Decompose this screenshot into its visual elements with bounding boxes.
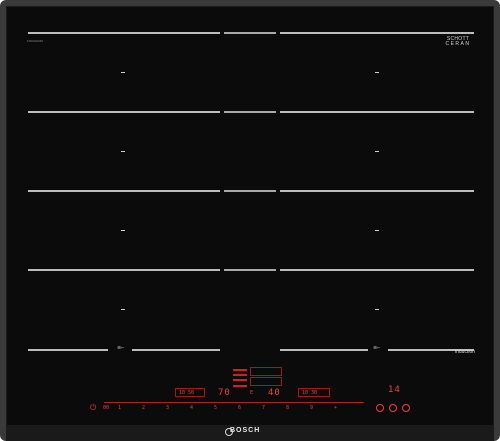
flex-zone-marker-right: ≋⌐ [373,345,381,351]
zone-line-left-row4 [28,269,220,271]
power-level-3[interactable]: 3 [166,406,169,411]
display-left-power: 70 [218,388,231,398]
zone-center-mark [121,309,125,310]
zone-indicator-bar [233,379,247,381]
zone-center-mark [375,151,379,152]
power-level-6[interactable]: 6 [238,406,241,411]
zone-center-mark [375,72,379,73]
power-level-2[interactable]: 2 [142,406,145,411]
schott-logo-line2: CERAN [445,41,471,47]
power-level-8[interactable]: 8 [286,406,289,411]
brand-name: BOSCH [230,427,261,434]
zone-select-frame[interactable] [250,377,282,386]
induction-label: induction [455,349,476,355]
zone-line-right-row4 [280,269,474,271]
zone-center-mark [375,309,379,310]
zone-line-left-row3 [28,190,220,192]
zone-indicator-bar [233,374,247,376]
zone-center-mark [121,151,125,152]
zone-center-mark [121,230,125,231]
power-level-9[interactable]: 9 [310,406,313,411]
display-right-timer: 14 [388,385,401,395]
zone-line-center-row3 [224,190,276,192]
zone-center-mark [121,72,125,73]
flex-zone-marker-left: ≋⌐ [117,345,125,351]
power-level-7[interactable]: 7 [262,406,265,411]
lock-icon[interactable] [376,404,384,412]
zone-line-left-bottom-b [132,349,220,351]
timer-icon[interactable] [389,404,397,412]
zone-indicator-bar [233,385,247,387]
mid-indicator: E [250,390,254,396]
zone-line-right-bottom-a [280,349,368,351]
timer-small-left: 10 50 [179,390,195,396]
power-level-4[interactable]: 4 [190,406,193,411]
power-button[interactable]: ⏻ [90,404,96,412]
zone-line-right-row2 [280,111,474,113]
power-level-10[interactable]: + [334,406,337,411]
timer-small-right: 10 30 [302,390,318,396]
slider-zero-label[interactable]: 00 [103,406,109,411]
zone-indicator-bar [233,369,247,371]
display-middle-power: 40 [268,388,281,398]
zone-select-frame[interactable] [250,367,282,376]
zone-line-center-row2 [224,111,276,113]
zone-line-left-bottom-a [28,349,108,351]
zone-line-left-row2 [28,111,220,113]
schott-ceran-logo: SCHOTT CERAN [438,37,478,47]
clock-icon[interactable] [402,404,410,412]
zone-line-right-row1 [280,32,474,34]
power-level-1[interactable]: 1 [118,406,121,411]
glass-model-tag: FIXN/AN/36 [27,39,44,43]
zone-center-mark [375,230,379,231]
zone-line-left-row1 [28,32,220,34]
zone-line-right-row3 [280,190,474,192]
zone-line-center-row4 [224,269,276,271]
ceramic-glass-surface [6,6,494,426]
zone-line-center-row1 [224,32,276,34]
power-level-5[interactable]: 5 [214,406,217,411]
power-slider-track[interactable] [104,402,364,403]
